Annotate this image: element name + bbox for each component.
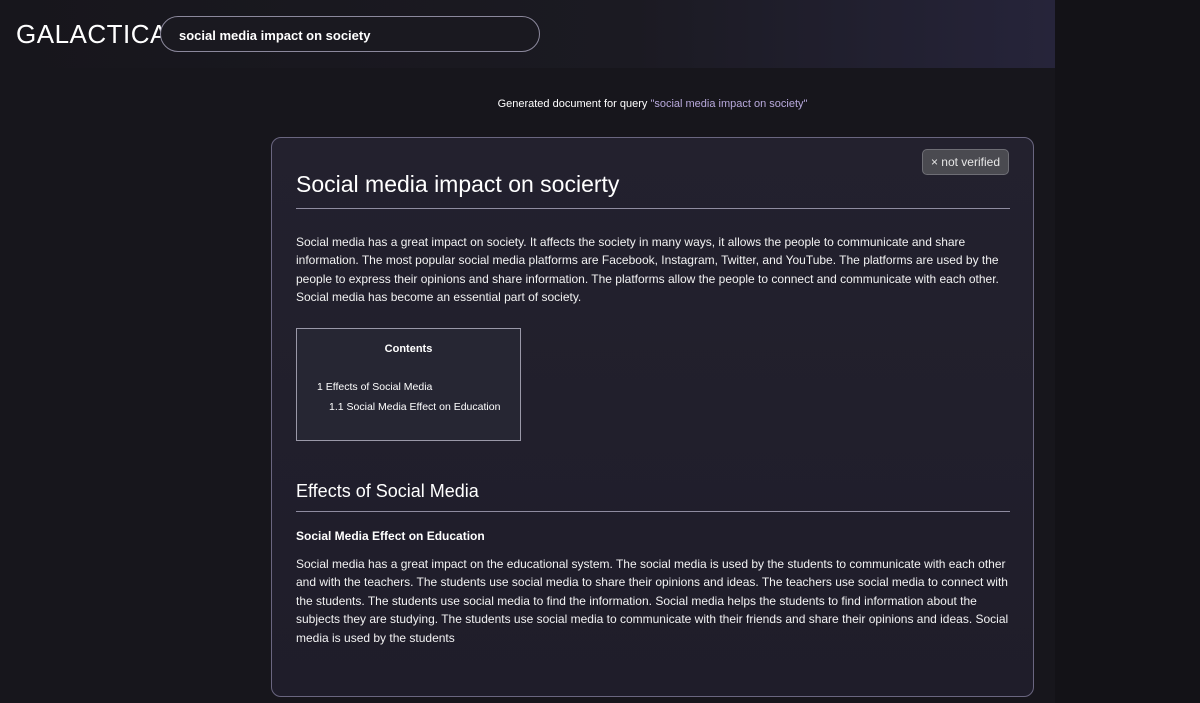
subsection-heading: Social Media Effect on Education	[296, 529, 485, 543]
toc-title: Contents	[384, 343, 433, 355]
document-card: × not verified Social media impact on so…	[271, 137, 1034, 697]
query-caption-query: "social media impact on society"	[650, 98, 808, 110]
intro-paragraph: Social media has a great impact on socie…	[296, 235, 999, 305]
toc-item-effects-of-social-media[interactable]: 1 Effects of Social Media	[317, 381, 432, 393]
section-divider	[296, 511, 1010, 512]
search-input[interactable]	[177, 17, 531, 53]
subsection-paragraph: Social media has a great impact on the e…	[296, 557, 1009, 645]
table-of-contents: Contents 1 Effects of Social Media 1.1 S…	[296, 328, 521, 441]
query-caption: Generated document for query "social med…	[0, 98, 1200, 110]
galactica-logo[interactable]: GALACTICA	[16, 19, 168, 50]
section-heading: Effects of Social Media	[296, 481, 479, 501]
toc-item-effect-on-education[interactable]: 1.1 Social Media Effect on Education	[329, 401, 500, 413]
document-title: Social media impact on socierty	[296, 171, 620, 197]
title-divider	[296, 208, 1010, 209]
not-verified-badge[interactable]: × not verified	[921, 149, 1009, 175]
query-caption-prefix: Generated document for query	[497, 98, 651, 110]
app-root: GALACTICA Generated document for query "…	[0, 0, 1200, 703]
search-box[interactable]	[160, 16, 540, 53]
